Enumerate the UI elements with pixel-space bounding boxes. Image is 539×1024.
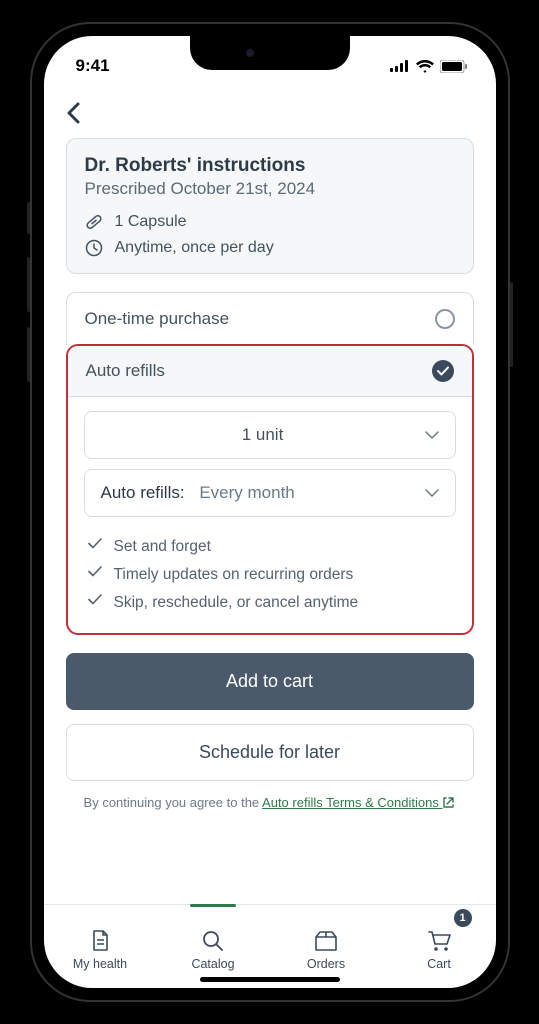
dose-text: 1 Capsule — [115, 213, 187, 231]
radio-unchecked-icon — [435, 309, 455, 329]
instructions-card: Dr. Roberts' instructions Prescribed Oct… — [66, 138, 474, 274]
cart-icon — [427, 929, 451, 953]
auto-refills-option[interactable]: Auto refills 1 unit A — [66, 344, 474, 635]
screen: 9:41 Dr. Roberts' instructions Prescribe… — [44, 36, 496, 988]
units-value: 1 unit — [101, 425, 425, 445]
home-indicator[interactable] — [200, 977, 340, 982]
search-icon — [201, 929, 225, 953]
frequency-text: Anytime, once per day — [115, 239, 274, 257]
tab-cart[interactable]: 1 Cart — [383, 905, 496, 988]
terms-link[interactable]: Auto refills Terms & Conditions — [262, 795, 455, 810]
chevron-down-icon — [425, 431, 439, 439]
prescribed-date: Prescribed October 21st, 2024 — [85, 179, 455, 199]
check-icon — [88, 538, 102, 556]
tab-label: Cart — [427, 957, 451, 971]
notch — [190, 36, 350, 70]
box-icon — [314, 929, 338, 953]
legal-text: By continuing you agree to the Auto refi… — [66, 795, 474, 810]
frequency-select[interactable]: Auto refills: Every month — [84, 469, 456, 517]
tab-my-health[interactable]: My health — [44, 905, 157, 988]
one-time-label: One-time purchase — [85, 309, 230, 329]
check-icon — [88, 594, 102, 612]
benefit-text: Set and forget — [114, 538, 211, 556]
capsule-icon — [85, 213, 103, 231]
instructions-title: Dr. Roberts' instructions — [85, 155, 455, 177]
back-button[interactable] — [66, 96, 474, 138]
wifi-icon — [416, 60, 434, 73]
clock-icon — [85, 239, 103, 257]
tab-label: Catalog — [191, 957, 234, 971]
auto-refills-label: Auto refills — [86, 361, 165, 381]
frequency-field-value: Every month — [199, 483, 294, 502]
tab-label: My health — [73, 957, 127, 971]
tab-orders[interactable]: Orders — [270, 905, 383, 988]
one-time-purchase-option[interactable]: One-time purchase — [66, 292, 474, 345]
battery-icon — [440, 60, 468, 73]
schedule-later-button[interactable]: Schedule for later — [66, 724, 474, 781]
status-time: 9:41 — [76, 56, 110, 76]
cellular-icon — [390, 60, 410, 72]
benefits-list: Set and forget Timely updates on recurri… — [84, 527, 456, 617]
check-icon — [88, 566, 102, 584]
radio-checked-icon — [432, 360, 454, 382]
add-to-cart-button[interactable]: Add to cart — [66, 653, 474, 710]
frequency-field-label: Auto refills: — [101, 483, 185, 502]
cart-badge: 1 — [454, 909, 472, 927]
tab-bar: My health Catalog Orders 1 Cart — [44, 904, 496, 988]
chevron-down-icon — [425, 489, 439, 497]
tab-label: Orders — [307, 957, 345, 971]
tab-catalog[interactable]: Catalog — [157, 905, 270, 988]
device-frame: 9:41 Dr. Roberts' instructions Prescribe… — [30, 22, 510, 1002]
document-icon — [88, 929, 112, 953]
units-select[interactable]: 1 unit — [84, 411, 456, 459]
benefit-text: Timely updates on recurring orders — [114, 566, 354, 584]
benefit-text: Skip, reschedule, or cancel anytime — [114, 594, 359, 612]
